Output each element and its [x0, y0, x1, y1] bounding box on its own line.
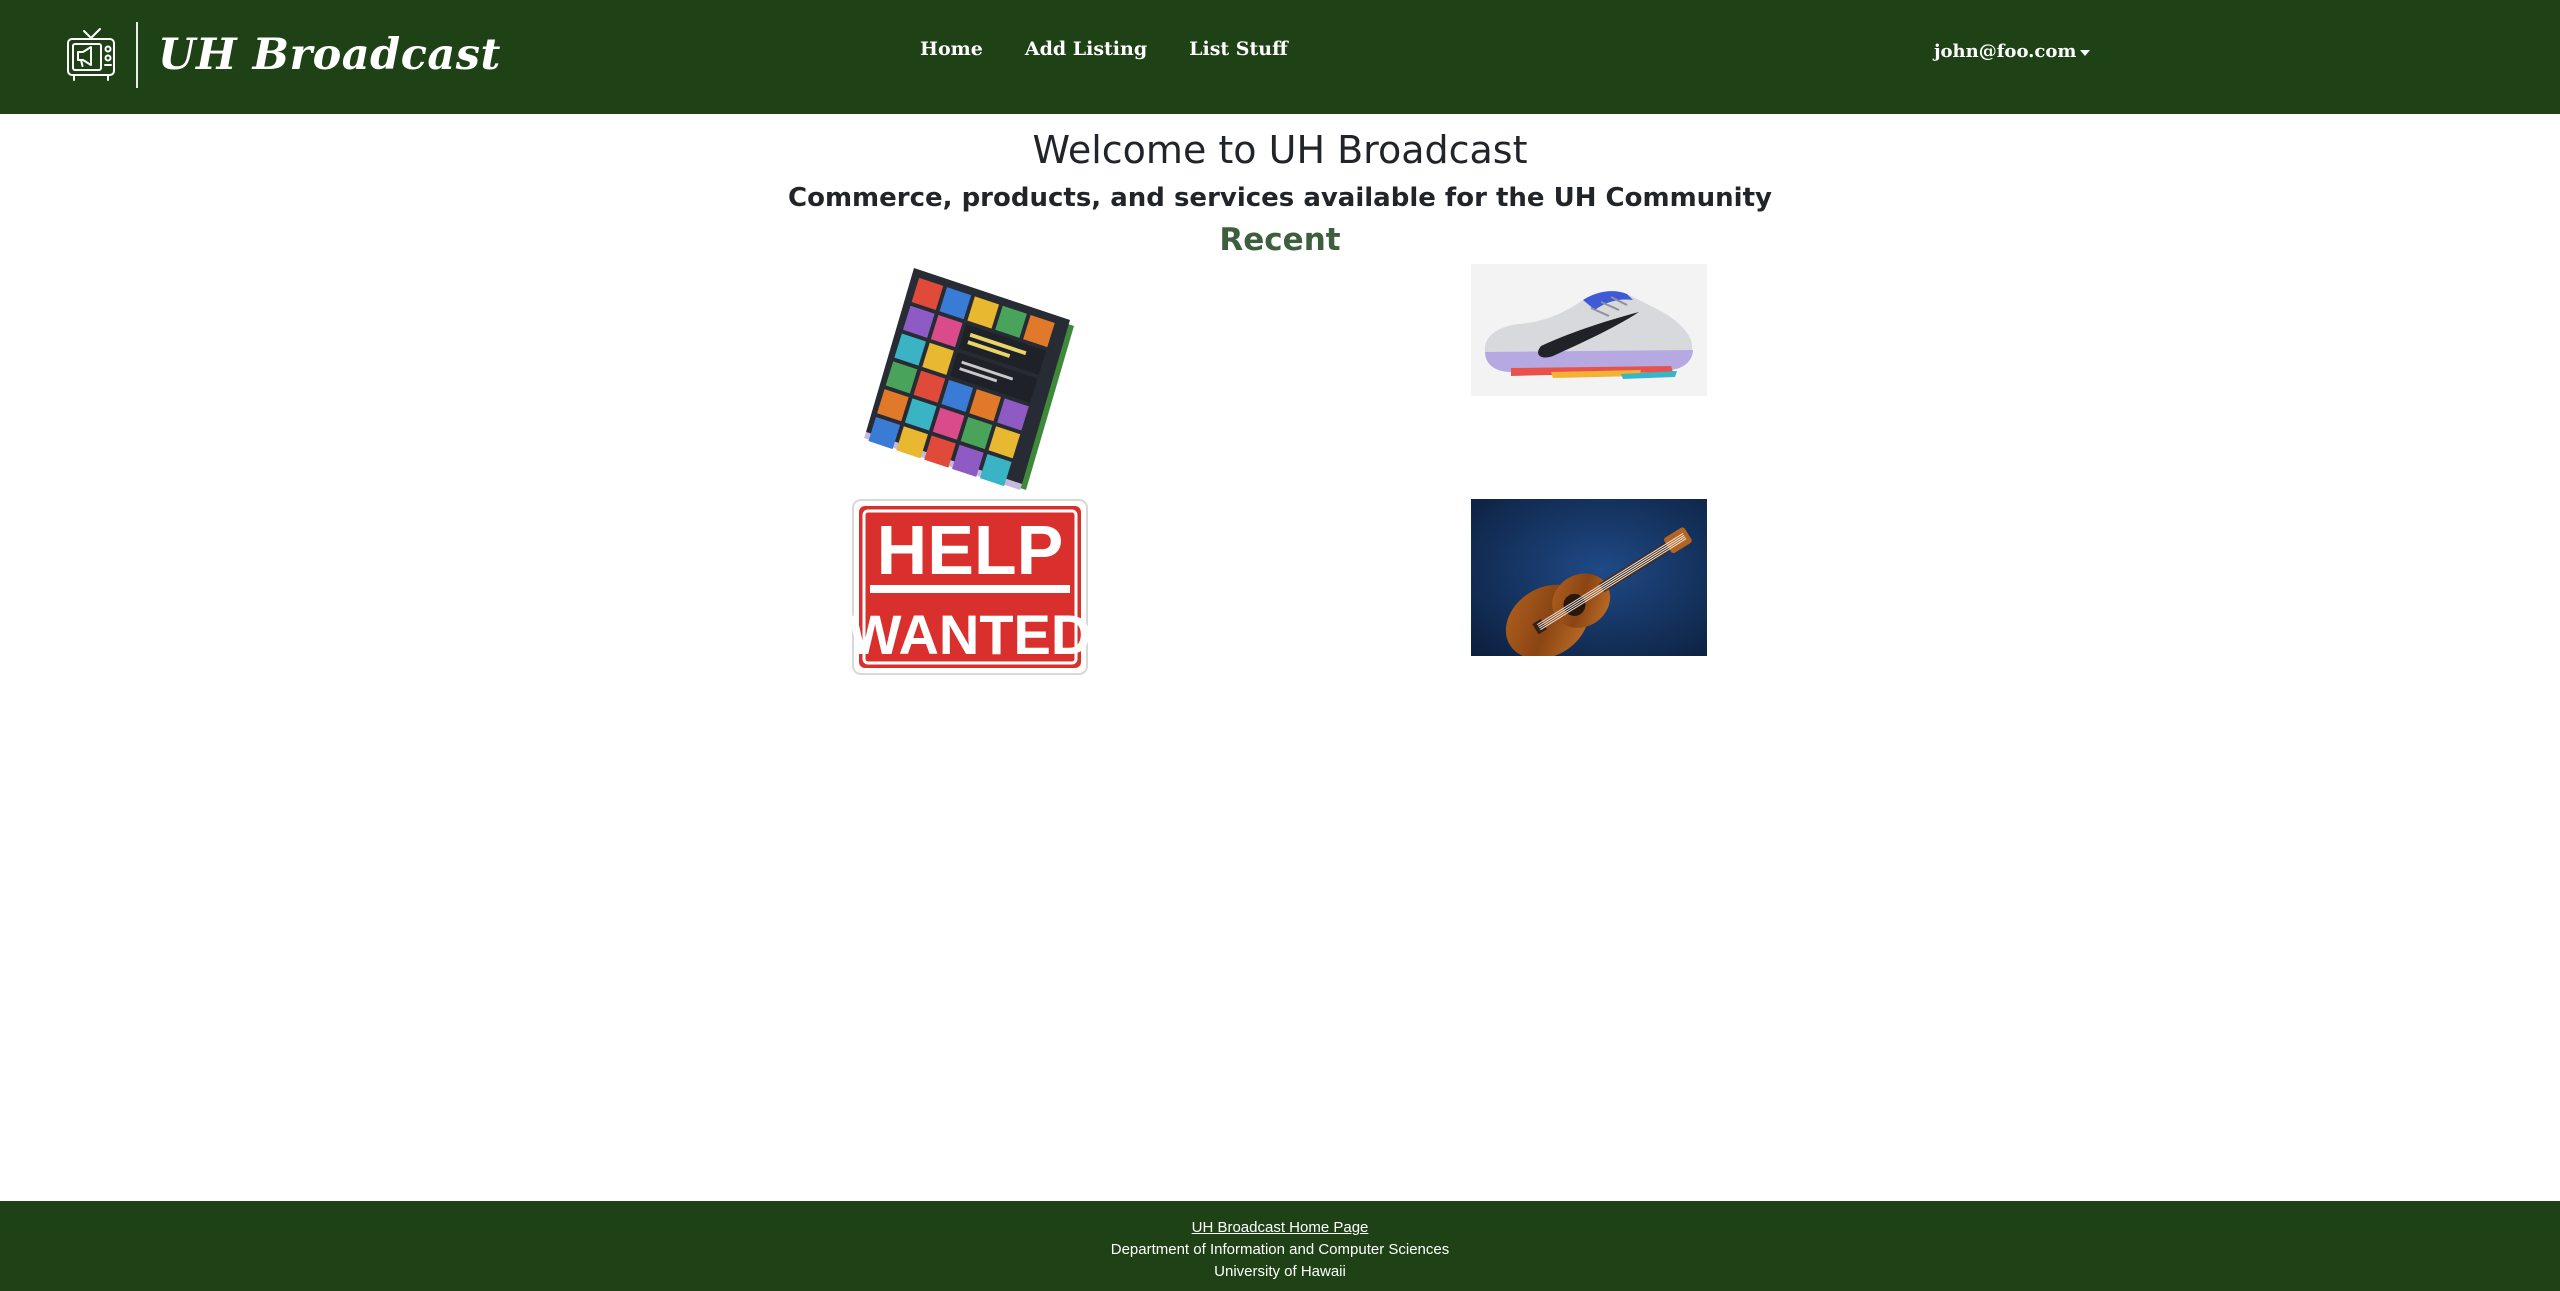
- help-wanted-sign-image: HELP WANTED: [852, 499, 1088, 675]
- recent-item-ukulele[interactable]: [1471, 499, 1707, 656]
- page-subtitle: Commerce, products, and services availab…: [788, 183, 1772, 213]
- recent-item-help-wanted[interactable]: HELP WANTED: [852, 499, 1088, 675]
- ukulele-image: [1471, 499, 1707, 656]
- footer-home-link[interactable]: UH Broadcast Home Page: [1192, 1219, 1369, 1236]
- user-dropdown[interactable]: john@foo.com: [1934, 41, 2091, 62]
- recent-item-book[interactable]: [852, 264, 1088, 494]
- caret-down-icon: [2080, 49, 2091, 56]
- footer: UH Broadcast Home Page Department of Inf…: [0, 1201, 2560, 1291]
- nav-home-link[interactable]: Home: [920, 38, 983, 60]
- recent-heading: Recent: [1219, 222, 1341, 258]
- brand-divider: [136, 22, 138, 88]
- main-nav: Home Add Listing List Stuff: [920, 38, 1330, 60]
- user-email: john@foo.com: [1934, 41, 2077, 62]
- page-title: Welcome to UH Broadcast: [1032, 128, 1528, 172]
- recent-item-sneaker[interactable]: [1471, 264, 1707, 396]
- sneaker-image: [1471, 264, 1707, 396]
- footer-university: University of Hawaii: [1214, 1263, 1346, 1280]
- broadcast-tv-icon: [67, 28, 115, 81]
- nav-list-stuff-link[interactable]: List Stuff: [1189, 38, 1288, 60]
- help-wanted-line1: HELP: [877, 511, 1064, 589]
- help-wanted-line2: WANTED: [852, 603, 1088, 666]
- brand[interactable]: UH Broadcast: [66, 22, 501, 88]
- top-navbar: UH Broadcast Home Add Listing List Stuff…: [0, 0, 2560, 114]
- book-cover-image: [864, 268, 1074, 490]
- brand-name[interactable]: UH Broadcast: [158, 30, 501, 80]
- nav-add-listing-link[interactable]: Add Listing: [1025, 38, 1147, 60]
- footer-department: Department of Information and Computer S…: [1110, 1241, 1450, 1258]
